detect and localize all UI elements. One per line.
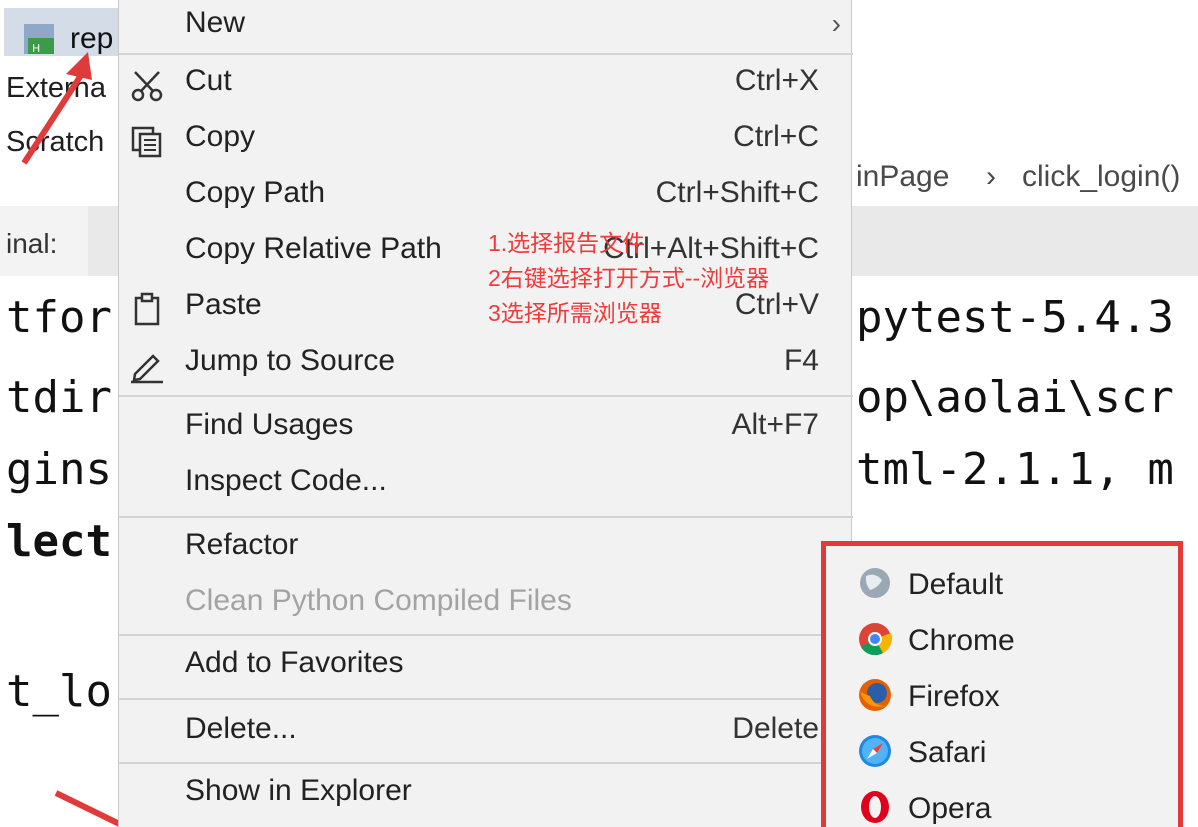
menu-item-label: Copy — [185, 120, 256, 153]
menu-item-label: Find Usages — [185, 408, 354, 441]
menu-item-inspect-code[interactable]: Inspect Code... — [119, 458, 853, 514]
menu-item-label: Clean Python Compiled Files — [185, 584, 572, 617]
breadcrumb-method[interactable]: click_login() — [1022, 160, 1180, 194]
menu-item-copy[interactable]: Copy Ctrl+C — [119, 114, 853, 170]
menu-separator — [119, 53, 853, 55]
browser-item-safari[interactable]: Safari — [826, 722, 1178, 778]
safari-icon — [859, 735, 891, 767]
menu-separator — [119, 634, 853, 636]
menu-item-refactor[interactable]: Refactor › — [119, 522, 853, 578]
pencil-icon — [131, 354, 163, 384]
annotation-line: 1.选择报告文件 — [488, 230, 646, 256]
arrow-head-icon — [66, 52, 92, 80]
terminal-line: pytest-5.4.3 — [856, 292, 1174, 343]
menu-item-shortcut: Ctrl+Shift+C — [655, 176, 819, 209]
browser-item-label: Safari — [908, 736, 987, 769]
terminal-line: lect — [6, 516, 112, 567]
browser-item-chrome[interactable]: Chrome — [826, 610, 1178, 666]
chevron-right-icon: › — [831, 8, 841, 39]
open-in-browser-submenu: Default Chrome Firefox Safari Opera — [821, 541, 1183, 827]
terminal-tab-label: inal: — [6, 228, 58, 259]
html-file-icon: H — [24, 24, 54, 55]
default-browser-icon — [860, 568, 890, 598]
menu-separator — [119, 698, 853, 700]
menu-item-label: Delete... — [185, 712, 297, 745]
context-menu: New › Cut Ctrl+X Copy Ctrl+C Copy Path C… — [118, 0, 853, 827]
menu-item-copy-path[interactable]: Copy Path Ctrl+Shift+C — [119, 170, 853, 226]
instruction-annotation: 1.选择报告文件 2右键选择打开方式--浏览器 3选择所需浏览器 — [488, 226, 769, 331]
menu-item-label: Cut — [185, 64, 232, 97]
menu-item-new[interactable]: New › — [119, 0, 853, 56]
scissors-icon — [131, 71, 163, 102]
browser-item-label: Opera — [908, 792, 992, 825]
menu-item-label: Show in Explorer — [185, 774, 412, 807]
menu-item-label: Add to Favorites — [185, 646, 404, 679]
menu-item-shortcut: Ctrl+X — [734, 64, 819, 97]
menu-item-label: Refactor — [185, 528, 299, 561]
menu-item-show-in-explorer[interactable]: Show in Explorer — [119, 768, 853, 824]
menu-item-label: Paste — [185, 288, 262, 321]
terminal-line: tml-2.1.1, m — [856, 444, 1174, 495]
annotation-line: 2右键选择打开方式--浏览器 — [488, 265, 770, 291]
browser-item-label: Default — [908, 568, 1004, 601]
firefox-icon — [859, 679, 891, 711]
browser-item-label: Chrome — [908, 624, 1015, 657]
terminal-tab[interactable]: inal: — [0, 206, 88, 276]
terminal-line: t_lo — [6, 666, 112, 717]
menu-item-find-usages[interactable]: Find Usages Alt+F7 — [119, 402, 853, 458]
menu-item-shortcut: Ctrl+C — [733, 120, 819, 153]
menu-item-label: Copy Path — [185, 176, 326, 209]
browser-item-label: Firefox — [908, 680, 1000, 713]
copy-icon — [131, 126, 162, 158]
menu-separator — [119, 516, 853, 518]
breadcrumb-class[interactable]: inPage — [856, 160, 949, 194]
menu-item-jump-to-source[interactable]: Jump to Source F4 — [119, 338, 853, 394]
menu-item-label: Jump to Source — [185, 344, 396, 377]
tree-item-scratches[interactable]: Scratch — [6, 126, 104, 159]
menu-item-label: Inspect Code... — [185, 464, 387, 497]
terminal-line: tfor — [6, 292, 112, 343]
opera-icon — [861, 791, 889, 823]
breadcrumb-separator: › — [986, 160, 996, 193]
menu-separator — [119, 762, 853, 764]
menu-item-label: Copy Relative Path — [185, 232, 442, 265]
svg-text:H: H — [32, 42, 40, 55]
menu-item-shortcut: Delete — [732, 712, 819, 745]
clipboard-icon — [134, 292, 160, 326]
chrome-icon — [859, 623, 893, 656]
menu-item-clean-python-compiled-files: Clean Python Compiled Files — [119, 578, 853, 634]
browser-item-opera[interactable]: Opera — [826, 778, 1178, 827]
browser-item-default[interactable]: Default — [826, 554, 1178, 610]
terminal-line: op\aolai\scr — [856, 372, 1174, 423]
menu-item-shortcut: F4 — [783, 344, 819, 377]
menu-separator — [119, 395, 853, 397]
menu-item-label: New — [185, 6, 246, 39]
annotation-line: 3选择所需浏览器 — [488, 300, 662, 326]
menu-item-delete[interactable]: Delete... Delete — [119, 706, 853, 762]
breadcrumb: inPage › click_login() — [850, 150, 1198, 206]
menu-item-shortcut: Alt+F7 — [731, 408, 819, 441]
report-file-item[interactable]: H rep — [4, 8, 120, 56]
menu-item-cut[interactable]: Cut Ctrl+X — [119, 58, 853, 114]
terminal-line: gins — [6, 444, 112, 495]
menu-item-add-to-favorites[interactable]: Add to Favorites › — [119, 640, 853, 696]
browser-item-firefox[interactable]: Firefox — [826, 666, 1178, 722]
terminal-line: tdir — [6, 372, 112, 423]
